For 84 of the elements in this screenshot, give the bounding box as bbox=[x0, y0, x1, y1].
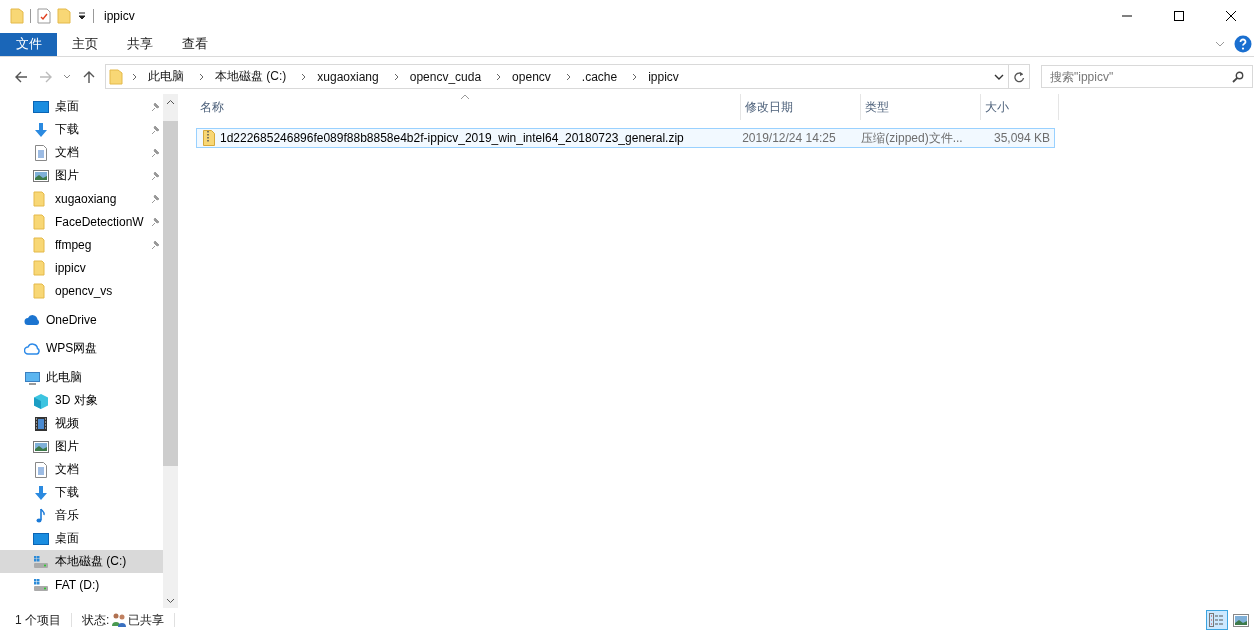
nav-item[interactable]: OneDrive bbox=[0, 308, 163, 331]
breadcrumb[interactable]: ippicv bbox=[642, 69, 685, 84]
details-view-button[interactable] bbox=[1206, 610, 1228, 630]
film-icon bbox=[33, 415, 49, 432]
drive-icon bbox=[33, 576, 49, 593]
properties-icon[interactable] bbox=[37, 8, 51, 24]
document-icon bbox=[33, 144, 49, 161]
picture-icon bbox=[33, 167, 49, 184]
back-arrow-icon[interactable] bbox=[13, 69, 28, 84]
breadcrumb[interactable]: opencv_cuda bbox=[403, 69, 488, 84]
cloud-icon bbox=[24, 340, 40, 357]
nav-item[interactable]: WPS网盘 bbox=[0, 337, 163, 360]
nav-item[interactable]: 桌面 bbox=[0, 527, 163, 550]
nav-item[interactable]: 此电脑 bbox=[0, 366, 163, 389]
breadcrumb[interactable]: 此电脑 bbox=[142, 68, 190, 85]
breadcrumb[interactable]: xugaoxiang bbox=[311, 69, 385, 84]
column-header[interactable]: 大小 bbox=[981, 94, 1059, 120]
share-status: 已共享 bbox=[128, 611, 165, 629]
picture-icon bbox=[33, 438, 49, 455]
down-arrow-icon bbox=[33, 484, 49, 501]
maximize-icon bbox=[1173, 10, 1185, 22]
nav-item[interactable]: 图片 bbox=[0, 164, 163, 187]
ribbon-tab[interactable]: 查看 bbox=[167, 32, 222, 56]
table-cell-text: 2019/12/24 14:25 bbox=[741, 130, 837, 147]
drive-icon bbox=[33, 553, 49, 570]
desktop-icon bbox=[33, 98, 49, 115]
close-icon bbox=[1225, 10, 1237, 22]
nav-item[interactable]: opencv_vs bbox=[0, 279, 163, 302]
folder-icon bbox=[109, 68, 123, 85]
monitor-icon bbox=[24, 369, 40, 386]
window-title: ippicv bbox=[104, 9, 135, 23]
picture-icon bbox=[1233, 613, 1249, 627]
column-header[interactable]: 名称 bbox=[196, 94, 741, 120]
nav-item[interactable]: 音乐 bbox=[0, 504, 163, 527]
nav-item[interactable]: 3D 对象 bbox=[0, 389, 163, 412]
nav-item[interactable]: 图片 bbox=[0, 435, 163, 458]
users-icon bbox=[111, 612, 128, 628]
zip-folder-icon bbox=[203, 130, 215, 146]
ribbon-tab[interactable]: 文件 bbox=[0, 32, 57, 56]
up-arrow-icon[interactable] bbox=[81, 69, 96, 84]
dropdown-icon[interactable] bbox=[77, 11, 87, 21]
breadcrumb[interactable]: .cache bbox=[575, 69, 624, 84]
column-header[interactable]: 类型 bbox=[861, 94, 981, 120]
search-icon bbox=[1232, 70, 1244, 83]
ribbon-tab[interactable]: 共享 bbox=[112, 32, 167, 56]
document-icon bbox=[33, 461, 49, 478]
desktop-icon bbox=[33, 530, 49, 547]
help-icon[interactable] bbox=[1234, 35, 1252, 53]
chevron-right-icon bbox=[564, 71, 573, 82]
table-cell-text: 压缩(zipped)文件... bbox=[860, 129, 964, 147]
address-bar[interactable]: 此电脑 本地磁盘 (C:) xugaoxiang opencv_cuda opencv .cache ippicv bbox=[105, 64, 1030, 89]
nav-item[interactable]: 文档 bbox=[0, 141, 163, 164]
table-cell-text: 35,094 KB bbox=[992, 130, 1051, 147]
nav-item[interactable]: 下载 bbox=[0, 118, 163, 141]
nav-item[interactable]: 桌面 bbox=[0, 95, 163, 118]
column-header[interactable]: 修改日期 bbox=[741, 94, 861, 120]
nav-item[interactable]: 本地磁盘 (C:) bbox=[0, 550, 163, 573]
nav-item[interactable]: ffmpeg bbox=[0, 233, 163, 256]
nav-item[interactable]: 文档 bbox=[0, 458, 163, 481]
status-label: 状态: bbox=[82, 611, 110, 629]
scroll-up-icon bbox=[166, 99, 175, 105]
nav-item[interactable]: ippicv bbox=[0, 256, 163, 279]
nav-item[interactable]: 视频 bbox=[0, 412, 163, 435]
cube-icon bbox=[33, 392, 49, 409]
nav-item[interactable]: FaceDetectionW bbox=[0, 210, 163, 233]
sort-chevron-icon bbox=[460, 94, 470, 100]
breadcrumb[interactable]: 本地磁盘 (C:) bbox=[209, 68, 293, 85]
down-arrow-icon bbox=[33, 121, 49, 138]
file-row[interactable]: 1d222685246896fe089f88b8858e4b2f-ippicv_2019_win_intel64_20180723_general.zip 2019/12/24 14:25 压缩(zipped)文件... 35,094 KB bbox=[196, 128, 1055, 148]
file-name: 1d222685246896fe089f88b8858e4b2f-ippicv_2019_win_intel64_20180723_general.zip bbox=[220, 131, 684, 145]
details-list-icon bbox=[1209, 613, 1225, 627]
nav-item[interactable]: xugaoxiang bbox=[0, 187, 163, 210]
item-count: 1 个项目 bbox=[15, 611, 61, 629]
nav-item[interactable]: 下载 bbox=[0, 481, 163, 504]
scroll-down-icon bbox=[166, 598, 175, 604]
breadcrumb[interactable]: opencv bbox=[506, 69, 557, 84]
refresh-icon[interactable] bbox=[1013, 70, 1025, 83]
nav-item[interactable]: FAT (D:) bbox=[0, 573, 163, 596]
search-field[interactable]: 搜索"ippicv" bbox=[1041, 65, 1253, 88]
ribbon-tab[interactable]: 主页 bbox=[57, 32, 112, 56]
chevron-right-icon bbox=[131, 71, 139, 82]
scrollbar[interactable] bbox=[163, 94, 178, 608]
chevron-right-icon bbox=[198, 71, 206, 82]
chevron-right-icon bbox=[392, 71, 401, 82]
